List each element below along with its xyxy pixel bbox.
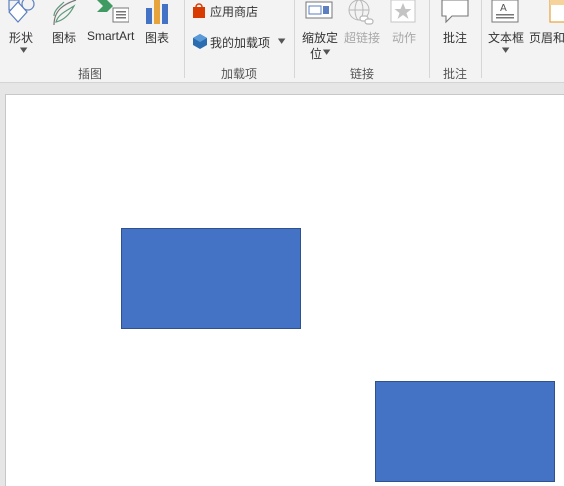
zoom-button[interactable]: 缩放定 位 ▼ [300,0,342,62]
store-label: 应用商店 [210,5,259,19]
chart-button[interactable]: 图表 [144,0,174,50]
action-button[interactable]: 动作 [389,0,419,50]
chevron-down-icon: ▼ [277,37,286,45]
hyperlink-button[interactable]: 超链接 [343,0,383,50]
smartart-icon [97,0,129,23]
textbox-icon: A [491,0,519,23]
comment-label: 批注 [443,31,468,45]
group-label-illustrations: 插图 [77,67,103,81]
icons-icon [53,0,77,26]
group-divider [481,0,482,78]
shapes-button[interactable]: 形状 ▼ [6,0,38,62]
icons-label: 图标 [52,31,77,45]
smartart-label: SmartArt [87,29,135,43]
group-divider [294,0,295,78]
group-label-links: 链接 [349,67,375,81]
group-divider [184,0,185,78]
chevron-down-icon: ▼ [501,46,510,54]
textbox-label: 文本框 [488,31,525,45]
store-icon [193,3,205,18]
hyperlink-label: 超链接 [344,31,381,45]
zoom-icon [305,1,333,19]
chevron-down-icon: ▼ [322,48,331,56]
chart-icon [146,0,168,24]
zoom-label: 缩放定 [302,31,339,45]
rectangle-shape[interactable] [121,228,301,329]
hyperlink-icon [348,0,374,25]
group-label-comments: 批注 [442,67,468,81]
comment-icon [441,0,469,24]
group-label-addins: 加载项 [220,67,258,81]
header-footer-button[interactable]: 页眉和 [527,0,564,50]
smartart-button[interactable]: SmartArt [86,0,138,50]
icons-button[interactable]: 图标 [48,0,80,50]
my-addins-icon [193,34,207,49]
ribbon: 形状 ▼ 图标 SmartArt 图表 插图 应用商店 我的加载项 ▼ 加载项 … [0,0,564,83]
chevron-down-icon: ▼ [19,46,28,54]
group-divider [429,0,430,78]
star-icon [390,0,416,23]
header-footer-label: 页眉和 [529,31,564,45]
slide-canvas[interactable] [5,94,564,486]
slide-editing-area[interactable] [0,83,564,486]
action-label: 动作 [392,31,417,45]
comment-button[interactable]: 批注 [440,0,472,50]
header-footer-icon [549,0,564,23]
my-addins-button[interactable]: 我的加载项 ▼ [190,31,290,51]
svg-text:A: A [500,3,507,14]
shapes-icon [8,0,35,23]
zoom-label-line2: 位 [310,47,323,61]
chart-label: 图表 [145,31,170,45]
shapes-label: 形状 [9,31,34,45]
rectangle-shape[interactable] [375,381,555,482]
textbox-button[interactable]: A 文本框 ▼ [487,0,527,62]
store-button[interactable]: 应用商店 [190,0,280,20]
my-addins-label: 我的加载项 [210,36,271,50]
